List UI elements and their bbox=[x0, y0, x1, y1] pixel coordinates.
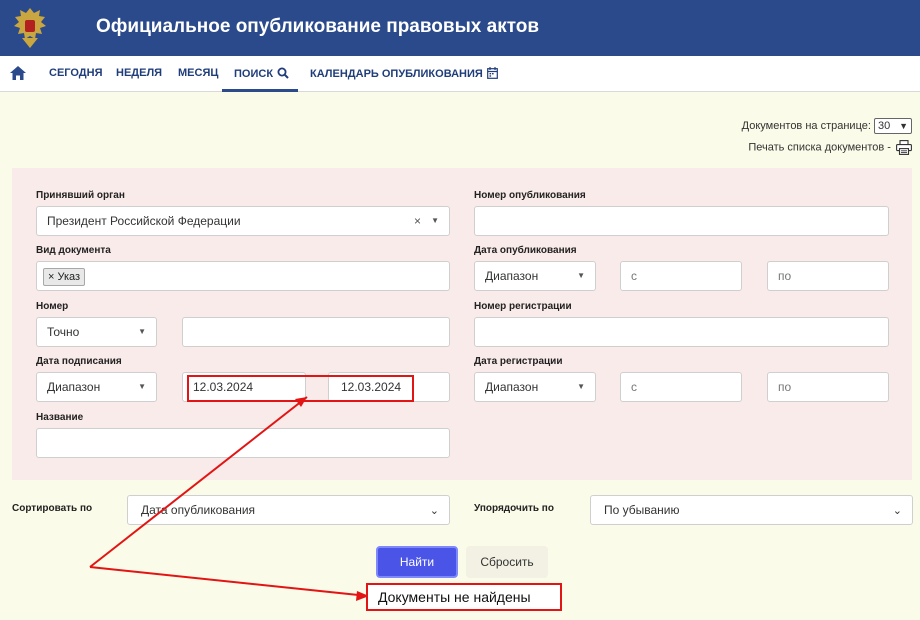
header-bar: Официальное опубликование правовых актов bbox=[0, 0, 920, 56]
sort-by-value: Дата опубликования bbox=[141, 503, 256, 517]
nav-active-indicator bbox=[222, 89, 298, 92]
per-page-value: 30 bbox=[878, 120, 891, 132]
title-label: Название bbox=[36, 412, 84, 423]
reg-date-mode-select[interactable]: Диапазон ▼ bbox=[474, 372, 596, 402]
doc-type-tag[interactable]: × Указ bbox=[43, 268, 86, 286]
chevron-down-icon: ⌄ bbox=[892, 505, 902, 517]
nav-calendar-label: КАЛЕНДАРЬ ОПУБЛИКОВАНИЯ bbox=[310, 68, 483, 80]
pub-date-label: Дата опубликования bbox=[474, 245, 577, 256]
find-button[interactable]: Найти bbox=[376, 546, 458, 578]
order-value: По убыванию bbox=[604, 503, 680, 517]
pub-date-mode-select[interactable]: Диапазон ▼ bbox=[474, 261, 596, 291]
order-select[interactable]: По убыванию ⌄ bbox=[590, 495, 913, 525]
number-mode-value: Точно bbox=[47, 325, 80, 339]
per-page-control: Документов на странице: 30 ▼ bbox=[742, 118, 912, 134]
site-title: Официальное опубликование правовых актов bbox=[96, 16, 540, 37]
printer-icon bbox=[896, 140, 912, 155]
title-input[interactable] bbox=[36, 428, 450, 458]
no-results-message: Документы не найдены bbox=[366, 583, 562, 611]
chevron-down-icon: ▼ bbox=[899, 121, 908, 131]
coat-of-arms-icon[interactable] bbox=[8, 4, 52, 52]
sign-date-mode-value: Диапазон bbox=[47, 380, 101, 394]
per-page-label: Документов на странице: bbox=[741, 119, 871, 132]
reg-date-mode-value: Диапазон bbox=[485, 380, 539, 394]
annotation-arrow-right bbox=[89, 566, 369, 597]
number-label: Номер bbox=[36, 301, 69, 312]
nav-month[interactable]: МЕСЯЦ bbox=[178, 67, 218, 79]
chevron-down-icon: ▼ bbox=[138, 382, 146, 391]
sign-date-mode-select[interactable]: Диапазон ▼ bbox=[36, 372, 157, 402]
clear-icon[interactable]: × bbox=[414, 207, 421, 235]
chevron-down-icon: ⌄ bbox=[429, 505, 439, 517]
reg-date-from-input[interactable]: с bbox=[620, 372, 742, 402]
authority-label: Принявший орган bbox=[36, 190, 125, 201]
number-mode-select[interactable]: Точно ▼ bbox=[36, 317, 157, 347]
nav-today[interactable]: СЕГОДНЯ bbox=[49, 67, 102, 79]
home-icon[interactable] bbox=[10, 66, 26, 80]
chevron-down-icon: ▼ bbox=[577, 271, 585, 280]
doc-type-select[interactable]: × Указ bbox=[36, 261, 450, 291]
authority-value: Президент Российской Федерации bbox=[47, 214, 241, 228]
number-input[interactable] bbox=[182, 317, 450, 347]
pub-number-label: Номер опубликования bbox=[474, 190, 586, 201]
per-page-select[interactable]: 30 ▼ bbox=[874, 118, 912, 134]
calendar-icon bbox=[486, 67, 498, 79]
pub-number-input[interactable] bbox=[474, 206, 889, 236]
chevron-down-icon: ▼ bbox=[138, 327, 146, 336]
sign-date-label: Дата подписания bbox=[36, 356, 122, 367]
sort-by-select[interactable]: Дата опубликования ⌄ bbox=[127, 495, 450, 525]
nav-week[interactable]: НЕДЕЛЯ bbox=[116, 67, 162, 79]
print-list-link[interactable]: Печать списка документов - bbox=[748, 140, 912, 155]
sort-by-label: Сортировать по bbox=[12, 503, 93, 514]
nav-search-label: ПОИСК bbox=[234, 68, 274, 80]
nav-calendar[interactable]: КАЛЕНДАРЬ ОПУБЛИКОВАНИЯ bbox=[310, 67, 498, 80]
sign-date-highlight bbox=[187, 375, 414, 402]
reg-number-label: Номер регистрации bbox=[474, 301, 572, 312]
search-icon bbox=[277, 67, 289, 79]
doc-type-label: Вид документа bbox=[36, 245, 111, 256]
nav-search[interactable]: ПОИСК bbox=[234, 67, 289, 80]
authority-select[interactable]: Президент Российской Федерации × ▼ bbox=[36, 206, 450, 236]
reg-number-input[interactable] bbox=[474, 317, 889, 347]
reset-button[interactable]: Сбросить bbox=[466, 546, 548, 578]
main-nav: СЕГОДНЯ НЕДЕЛЯ МЕСЯЦ ПОИСК КАЛЕНДАРЬ ОПУ… bbox=[0, 56, 920, 92]
pub-date-from-input[interactable]: с bbox=[620, 261, 742, 291]
order-label: Упорядочить по bbox=[474, 503, 554, 514]
print-label: Печать списка документов - bbox=[748, 141, 891, 154]
chevron-down-icon: ▼ bbox=[431, 216, 439, 225]
pub-date-mode-value: Диапазон bbox=[485, 269, 539, 283]
reg-date-label: Дата регистрации bbox=[474, 356, 563, 367]
chevron-down-icon: ▼ bbox=[577, 382, 585, 391]
reg-date-to-input[interactable]: по bbox=[767, 372, 889, 402]
pub-date-to-input[interactable]: по bbox=[767, 261, 889, 291]
